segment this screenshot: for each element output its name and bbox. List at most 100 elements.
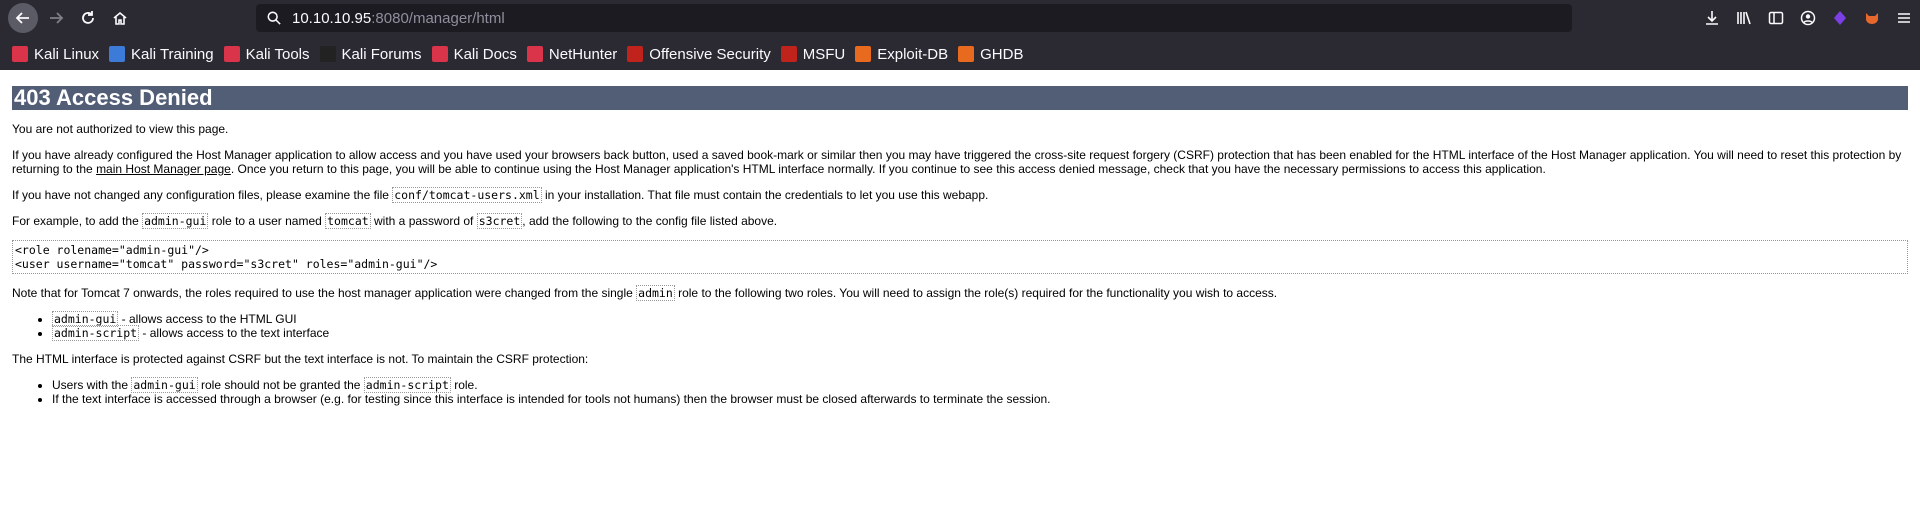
paragraph-config: If you have not changed any configuratio… bbox=[12, 187, 1908, 203]
bookmark-label: Exploit-DB bbox=[877, 45, 949, 63]
bookmark-label: Offensive Security bbox=[649, 45, 771, 63]
page-content: 403 Access Denied You are not authorized… bbox=[0, 86, 1920, 406]
bookmark-item[interactable]: Exploit-DB bbox=[855, 46, 948, 63]
csrf-list: Users with the admin-gui role should not… bbox=[12, 377, 1908, 406]
bookmark-item[interactable]: Offensive Security bbox=[627, 45, 771, 63]
menu-button[interactable] bbox=[1888, 4, 1920, 32]
bookmark-item[interactable]: Kali Training bbox=[109, 46, 214, 63]
bookmark-favicon-icon bbox=[780, 46, 797, 62]
text: . Once you return to this page, you will… bbox=[230, 162, 1546, 176]
page-title: 403 Access Denied bbox=[12, 86, 1908, 110]
forward-button[interactable] bbox=[42, 4, 70, 32]
code-admin-script: admin-script bbox=[363, 377, 451, 393]
reload-button[interactable] bbox=[74, 4, 102, 32]
text: role. bbox=[450, 378, 478, 392]
code-admin-script: admin-script bbox=[52, 325, 140, 341]
sidebar-button[interactable] bbox=[1760, 4, 1792, 32]
browser-chrome: 10.10.10.95:8080/manager/html Kali Linux… bbox=[0, 0, 1920, 70]
bookmark-item[interactable]: Kali Docs bbox=[431, 45, 517, 63]
bookmark-label: Kali Tools bbox=[245, 45, 310, 63]
toolbar-right bbox=[1696, 4, 1920, 32]
library-button[interactable] bbox=[1728, 4, 1760, 32]
fox-icon bbox=[1866, 13, 1878, 24]
list-item: If the text interface is accessed throug… bbox=[52, 392, 1908, 406]
text: role to a user named bbox=[208, 214, 326, 228]
url-host: 10.10.10.95 bbox=[292, 9, 372, 27]
url-text: 10.10.10.95:8080/manager/html bbox=[292, 10, 505, 27]
config-line-user: <user username="tomcat" password="s3cret… bbox=[15, 257, 438, 271]
foxyproxy-button[interactable] bbox=[1856, 4, 1888, 32]
code-admin-gui: admin-gui bbox=[142, 213, 209, 229]
text: - allows access to the text interface bbox=[139, 326, 330, 340]
paragraph-not-authorized: You are not authorized to view this page… bbox=[12, 122, 229, 136]
code-tomcat-users: conf/tomcat-users.xml bbox=[392, 187, 542, 203]
list-item: admin-gui - allows access to the HTML GU… bbox=[52, 311, 1908, 327]
bookmark-label: MSFU bbox=[802, 45, 846, 63]
paragraph-csrf: If you have already configured the Host … bbox=[12, 148, 1908, 176]
bookmark-label: NetHunter bbox=[548, 45, 618, 63]
paragraph-roles-note: Note that for Tomcat 7 onwards, the role… bbox=[12, 285, 1908, 301]
text: role should not be granted the bbox=[197, 378, 364, 392]
reload-icon bbox=[82, 11, 94, 24]
extension-icon bbox=[1834, 11, 1846, 25]
text: role to the following two roles. You wil… bbox=[674, 286, 1278, 300]
home-icon bbox=[113, 11, 127, 25]
main-host-manager-link[interactable]: main Host Manager page bbox=[96, 162, 231, 176]
extension-button[interactable] bbox=[1824, 4, 1856, 32]
text: - allows access to the HTML GUI bbox=[118, 312, 297, 326]
text: Users with the bbox=[52, 378, 132, 392]
code-tomcat: tomcat bbox=[325, 213, 371, 229]
text: in your installation. That file must con… bbox=[541, 188, 989, 202]
list-item: admin-script - allows access to the text… bbox=[52, 325, 1908, 341]
bookmark-item[interactable]: NetHunter bbox=[526, 45, 618, 63]
bookmark-favicon-icon bbox=[109, 46, 126, 62]
roles-list: admin-gui - allows access to the HTML GU… bbox=[12, 311, 1908, 341]
code-s3cret: s3cret bbox=[476, 213, 523, 229]
downloads-button[interactable] bbox=[1696, 4, 1728, 32]
text: Note that for Tomcat 7 onwards, the role… bbox=[12, 286, 637, 300]
code-admin-gui: admin-gui bbox=[131, 377, 198, 393]
bookmark-favicon-icon bbox=[223, 46, 240, 62]
paragraph-csrf-protection: The HTML interface is protected against … bbox=[12, 352, 589, 366]
paragraph-example: For example, to add the admin-gui role t… bbox=[12, 213, 1908, 229]
home-button[interactable] bbox=[106, 4, 134, 32]
bookmark-favicon-icon bbox=[319, 46, 336, 62]
bookmark-label: Kali Training bbox=[131, 45, 214, 63]
bookmark-item[interactable]: Kali Linux bbox=[12, 46, 99, 63]
bookmark-label: Kali Linux bbox=[34, 45, 100, 63]
sidebar-icon bbox=[1768, 11, 1784, 25]
bookmark-item[interactable]: Kali Forums bbox=[319, 45, 422, 63]
bookmark-favicon-icon bbox=[526, 46, 543, 62]
text: , add the following to the config file l… bbox=[522, 214, 778, 228]
account-icon bbox=[1800, 10, 1816, 26]
search-icon bbox=[264, 8, 284, 28]
url-bar[interactable]: 10.10.10.95:8080/manager/html bbox=[256, 4, 1572, 32]
bookmark-favicon-icon bbox=[627, 46, 644, 62]
config-example-block: <role rolename="admin-gui"/> <user usern… bbox=[12, 240, 1908, 274]
text: For example, to add the bbox=[12, 214, 143, 228]
bookmark-favicon-icon bbox=[855, 46, 872, 62]
bookmark-label: GHDB bbox=[980, 45, 1024, 63]
bookmark-item[interactable]: MSFU bbox=[780, 45, 846, 63]
back-arrow-icon bbox=[15, 12, 29, 24]
config-line-role: <role rolename="admin-gui"/> bbox=[15, 243, 209, 257]
library-icon bbox=[1737, 11, 1751, 25]
download-icon bbox=[1706, 11, 1718, 25]
bookmark-favicon-icon bbox=[431, 46, 448, 62]
bookmark-label: Kali Docs bbox=[453, 45, 517, 63]
bookmark-favicon-icon bbox=[12, 46, 28, 62]
text: If you have not changed any configuratio… bbox=[12, 188, 393, 202]
bookmark-favicon-icon bbox=[958, 46, 975, 62]
back-button[interactable] bbox=[8, 3, 38, 33]
url-path: :8080/manager/html bbox=[371, 9, 505, 27]
code-admin: admin bbox=[636, 285, 675, 301]
forward-arrow-icon bbox=[50, 12, 64, 24]
text: with a password of bbox=[370, 214, 477, 228]
account-button[interactable] bbox=[1792, 4, 1824, 32]
list-item: Users with the admin-gui role should not… bbox=[52, 377, 1908, 393]
bookmark-label: Kali Forums bbox=[341, 45, 422, 63]
bookmarks-toolbar: Kali Linux Kali Training Kali Tools Kali Fo… bbox=[0, 40, 1033, 68]
bookmark-item[interactable]: GHDB bbox=[958, 46, 1023, 63]
hamburger-icon bbox=[1898, 13, 1910, 23]
bookmark-item[interactable]: Kali Tools bbox=[223, 45, 310, 63]
